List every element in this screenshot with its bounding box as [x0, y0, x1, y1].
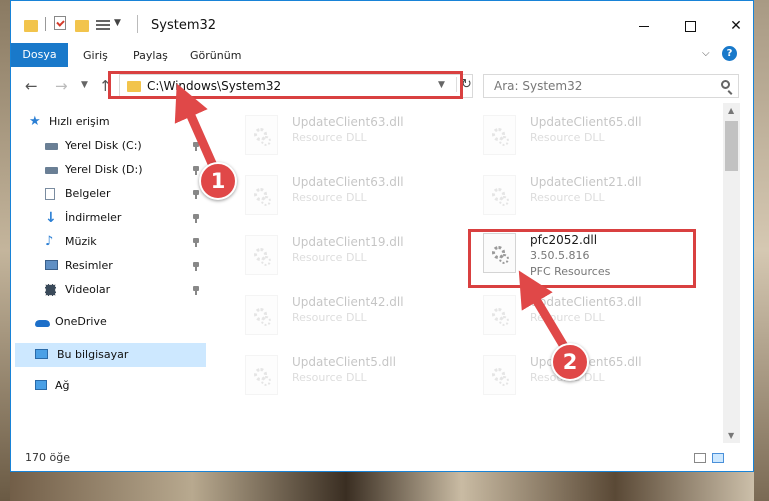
arrow-to-address: [174, 83, 219, 173]
step-badge-1: 1: [199, 162, 237, 200]
annotation-arrows: [174, 83, 570, 353]
step-badge-2: 2: [551, 343, 589, 381]
arrow-to-file: [518, 270, 570, 353]
